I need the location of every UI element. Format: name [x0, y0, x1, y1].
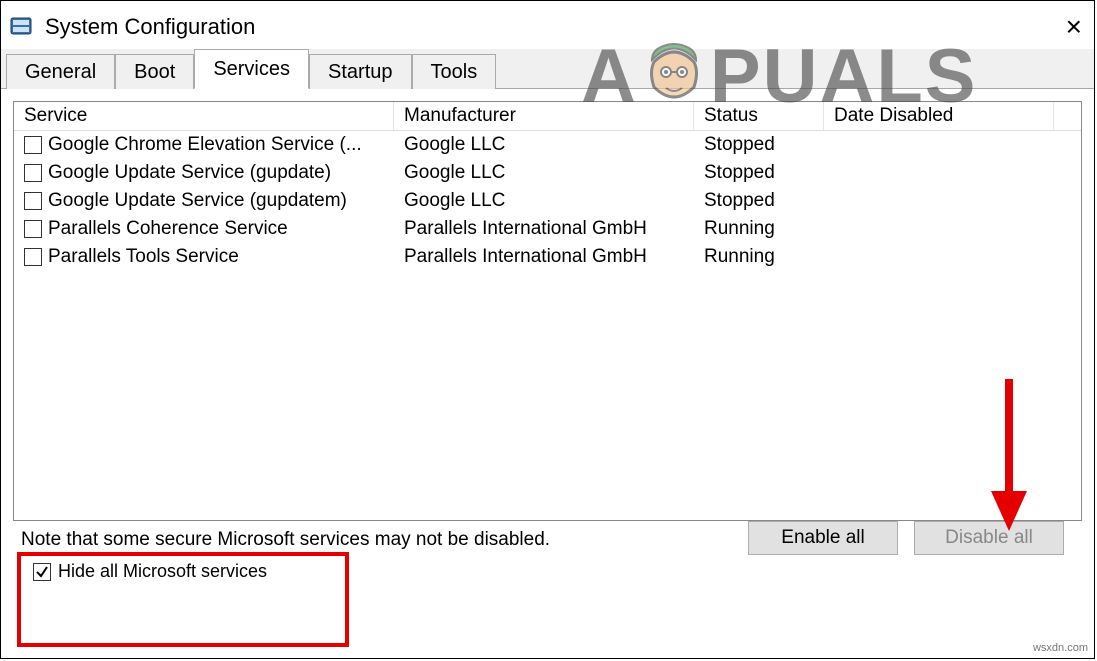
service-cell: Parallels Tools Service — [14, 243, 394, 271]
date-disabled-cell — [824, 187, 1054, 215]
tab-services[interactable]: Services — [194, 49, 309, 89]
tab-tools[interactable]: Tools — [412, 54, 497, 89]
services-list[interactable]: Service Manufacturer Status Date Disable… — [13, 101, 1082, 521]
system-configuration-window: System Configuration × General Boot Serv… — [0, 0, 1095, 659]
manufacturer-cell: Parallels International GmbH — [394, 243, 694, 271]
service-name: Parallels Tools Service — [48, 243, 239, 271]
service-cell: Google Update Service (gupdatem) — [14, 187, 394, 215]
date-disabled-cell — [824, 131, 1054, 159]
column-status[interactable]: Status — [694, 102, 824, 130]
hide-ms-services[interactable]: Hide all Microsoft services — [25, 555, 279, 588]
list-body: Google Chrome Elevation Service (...Goog… — [14, 131, 1081, 271]
manufacturer-cell: Parallels International GmbH — [394, 215, 694, 243]
service-cell: Google Chrome Elevation Service (... — [14, 131, 394, 159]
bottom-row: Note that some secure Microsoft services… — [13, 521, 1082, 555]
service-checkbox[interactable] — [24, 220, 42, 238]
tab-content: Service Manufacturer Status Date Disable… — [1, 89, 1094, 588]
service-name: Google Chrome Elevation Service (... — [48, 131, 362, 159]
close-icon[interactable]: × — [1058, 13, 1090, 41]
app-icon — [9, 15, 35, 39]
list-item[interactable]: Google Update Service (gupdatem) Google L… — [14, 187, 1081, 215]
service-checkbox[interactable] — [24, 192, 42, 210]
list-header: Service Manufacturer Status Date Disable… — [14, 102, 1081, 131]
service-cell: Parallels Coherence Service — [14, 215, 394, 243]
tab-strip: General Boot Services Startup Tools — [1, 49, 1094, 89]
list-item[interactable]: Google Update Service (gupdate) Google LL… — [14, 159, 1081, 187]
manufacturer-cell: Google LLC — [394, 159, 694, 187]
service-name: Google Update Service (gupdatem) — [48, 187, 347, 215]
hide-ms-label: Hide all Microsoft services — [58, 561, 267, 582]
tab-general[interactable]: General — [6, 54, 115, 89]
list-item[interactable]: Google Chrome Elevation Service (... Goog… — [14, 131, 1081, 159]
column-date-disabled[interactable]: Date Disabled — [824, 102, 1054, 130]
date-disabled-cell — [824, 159, 1054, 187]
note-text: Note that some secure Microsoft services… — [13, 523, 550, 553]
date-disabled-cell — [824, 243, 1054, 271]
service-name: Google Update Service (gupdate) — [48, 159, 331, 187]
status-cell: Stopped — [694, 159, 824, 187]
list-item[interactable]: Parallels Tools Service Parallels Interna… — [14, 243, 1081, 271]
title-bar: System Configuration × — [1, 1, 1094, 49]
service-cell: Google Update Service (gupdate) — [14, 159, 394, 187]
date-disabled-cell — [824, 215, 1054, 243]
tab-startup[interactable]: Startup — [309, 54, 411, 89]
status-cell: Running — [694, 243, 824, 271]
window-title: System Configuration — [45, 14, 1058, 40]
service-checkbox[interactable] — [24, 136, 42, 154]
status-cell: Stopped — [694, 187, 824, 215]
service-checkbox[interactable] — [24, 164, 42, 182]
service-name: Parallels Coherence Service — [48, 215, 288, 243]
credit-text: wsxdn.com — [1033, 642, 1088, 654]
column-service[interactable]: Service — [14, 102, 394, 130]
column-manufacturer[interactable]: Manufacturer — [394, 102, 694, 130]
manufacturer-cell: Google LLC — [394, 187, 694, 215]
status-cell: Stopped — [694, 131, 824, 159]
service-checkbox[interactable] — [24, 248, 42, 266]
hide-ms-checkbox[interactable] — [33, 563, 51, 581]
list-item[interactable]: Parallels Coherence Service Parallels Int… — [14, 215, 1081, 243]
enable-all-button[interactable]: Enable all — [748, 521, 898, 555]
status-cell: Running — [694, 215, 824, 243]
disable-all-button[interactable]: Disable all — [914, 521, 1064, 555]
tab-boot[interactable]: Boot — [115, 54, 194, 89]
manufacturer-cell: Google LLC — [394, 131, 694, 159]
